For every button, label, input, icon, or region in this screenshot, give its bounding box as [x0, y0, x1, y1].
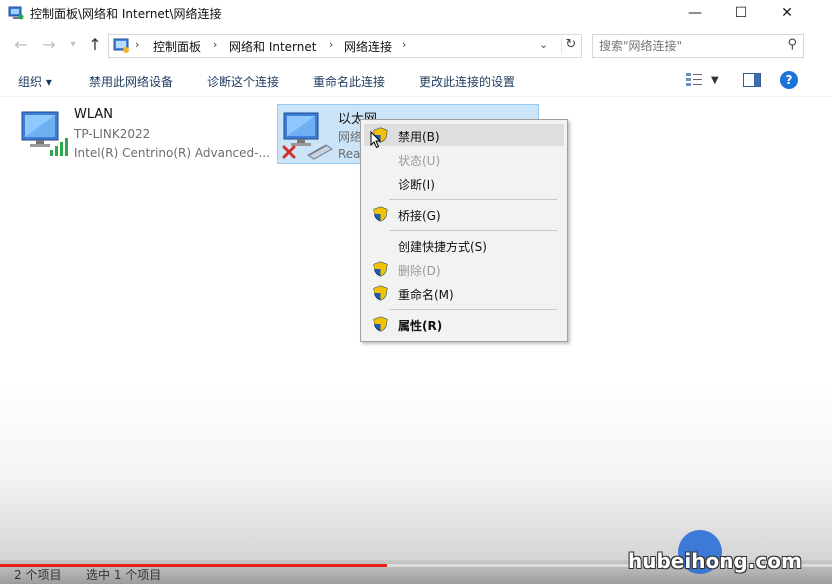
disconnected-x-icon — [282, 145, 296, 159]
watermark-text: hubeihong.com — [628, 549, 802, 573]
connection-network: TP-LINK2022 — [74, 127, 151, 141]
connection-adapter: Rea — [338, 147, 361, 161]
connection-name: WLAN — [74, 107, 114, 122]
diagnose-button[interactable]: 诊断这个连接 — [207, 73, 279, 90]
menu-item-label: 状态(U) — [398, 154, 441, 168]
menu-item-rename[interactable]: 重命名(M) — [364, 282, 564, 304]
address-bar[interactable]: › 控制面板 › 网络和 Internet › 网络连接 › ⌄ ↻ — [108, 34, 582, 58]
rename-button[interactable]: 重命名此连接 — [313, 73, 385, 90]
address-row: ← → ▾ ↑ › 控制面板 › 网络和 Internet › 网络连接 › ⌄… — [0, 30, 832, 60]
refresh-icon[interactable]: ↻ — [561, 36, 580, 54]
network-connections-icon — [8, 6, 24, 20]
menu-item-label: 桥接(G) — [398, 209, 441, 223]
selected-count: 选中 1 个项目 — [86, 568, 162, 582]
menu-item-label: 创建快捷方式(S) — [398, 240, 487, 254]
menu-item-label: 诊断(I) — [398, 178, 435, 192]
address-dropdown-icon[interactable]: ⌄ — [539, 38, 548, 51]
menu-item-disable[interactable]: 禁用(B) — [364, 124, 564, 146]
menu-item-properties[interactable]: 属性(R) — [364, 313, 564, 335]
menu-item-create-shortcut[interactable]: 创建快捷方式(S) — [364, 234, 564, 256]
wireless-adapter-icon — [21, 111, 68, 156]
menu-separator — [389, 230, 557, 231]
close-icon: ✕ — [781, 5, 793, 21]
menu-item-diagnose[interactable]: 诊断(I) — [364, 172, 564, 194]
menu-separator — [389, 199, 557, 200]
uac-shield-icon — [373, 206, 388, 222]
connection-item-wlan[interactable]: WLAN TP-LINK2022 Intel(R) Centrino(R) Ad… — [14, 102, 274, 160]
view-options-icon[interactable] — [686, 71, 702, 89]
window-title: 控制面板\网络和 Internet\网络连接 — [30, 7, 222, 21]
title-bar: 控制面板\网络和 Internet\网络连接 — ☐ ✕ — [0, 0, 832, 26]
maximize-icon: ☐ — [734, 5, 748, 21]
forward-arrow-icon[interactable]: → — [40, 36, 58, 54]
context-menu: 禁用(B) 状态(U) 诊断(I) 桥接(G) 创建快捷方式(S) 删除(D) … — [360, 119, 568, 342]
uac-shield-icon — [373, 261, 388, 277]
search-icon[interactable]: ⚲ — [787, 37, 797, 52]
minimize-icon: — — [688, 5, 702, 21]
breadcrumb-network-internet[interactable]: 网络和 Internet — [229, 38, 316, 55]
mouse-cursor-icon — [370, 131, 382, 149]
menu-item-delete[interactable]: 删除(D) — [364, 258, 564, 280]
breadcrumb-control-panel[interactable]: 控制面板 — [153, 38, 201, 55]
connection-adapter: Intel(R) Centrino(R) Advanced-... — [74, 146, 270, 160]
breadcrumb-separator-icon: › — [213, 38, 218, 51]
menu-item-label: 删除(D) — [398, 264, 441, 278]
video-progress-fill — [0, 564, 387, 567]
menu-item-status[interactable]: 状态(U) — [364, 148, 564, 170]
search-box[interactable]: ⚲ — [592, 34, 804, 58]
menu-separator — [389, 309, 557, 310]
command-bar: 组织 ▾ 禁用此网络设备 诊断这个连接 重命名此连接 更改此连接的设置 ▼ ? — [0, 64, 832, 97]
connection-network: 网络 — [338, 130, 363, 144]
uac-shield-icon — [373, 285, 388, 301]
breadcrumb-separator-icon: › — [135, 38, 140, 51]
recent-dropdown-icon[interactable]: ▾ — [64, 36, 82, 54]
breadcrumb-network-connections[interactable]: 网络连接 — [344, 38, 392, 55]
item-count: 2 个项目 — [14, 568, 62, 582]
preview-pane-icon[interactable] — [743, 71, 761, 89]
disable-device-button[interactable]: 禁用此网络设备 — [89, 73, 173, 90]
close-button[interactable]: ✕ — [764, 0, 810, 26]
breadcrumb-separator-icon: › — [329, 38, 334, 51]
control-panel-icon — [113, 38, 129, 53]
uac-shield-icon — [373, 316, 388, 332]
menu-item-label: 禁用(B) — [398, 130, 440, 144]
breadcrumb-separator-icon: › — [402, 38, 407, 51]
organize-menu[interactable]: 组织 ▾ — [18, 73, 52, 90]
maximize-button[interactable]: ☐ — [718, 0, 764, 26]
view-dropdown-icon[interactable]: ▼ — [711, 71, 719, 89]
back-arrow-icon[interactable]: ← — [12, 36, 30, 54]
menu-item-bridge[interactable]: 桥接(G) — [364, 203, 564, 225]
menu-item-label: 重命名(M) — [398, 288, 454, 302]
ethernet-adapter-icon — [282, 112, 333, 160]
change-settings-button[interactable]: 更改此连接的设置 — [419, 73, 515, 90]
up-arrow-icon[interactable]: ↑ — [86, 36, 104, 54]
minimize-button[interactable]: — — [672, 0, 718, 26]
menu-item-label: 属性(R) — [398, 319, 443, 333]
help-button[interactable]: ? — [780, 71, 798, 89]
search-input[interactable] — [597, 37, 771, 55]
